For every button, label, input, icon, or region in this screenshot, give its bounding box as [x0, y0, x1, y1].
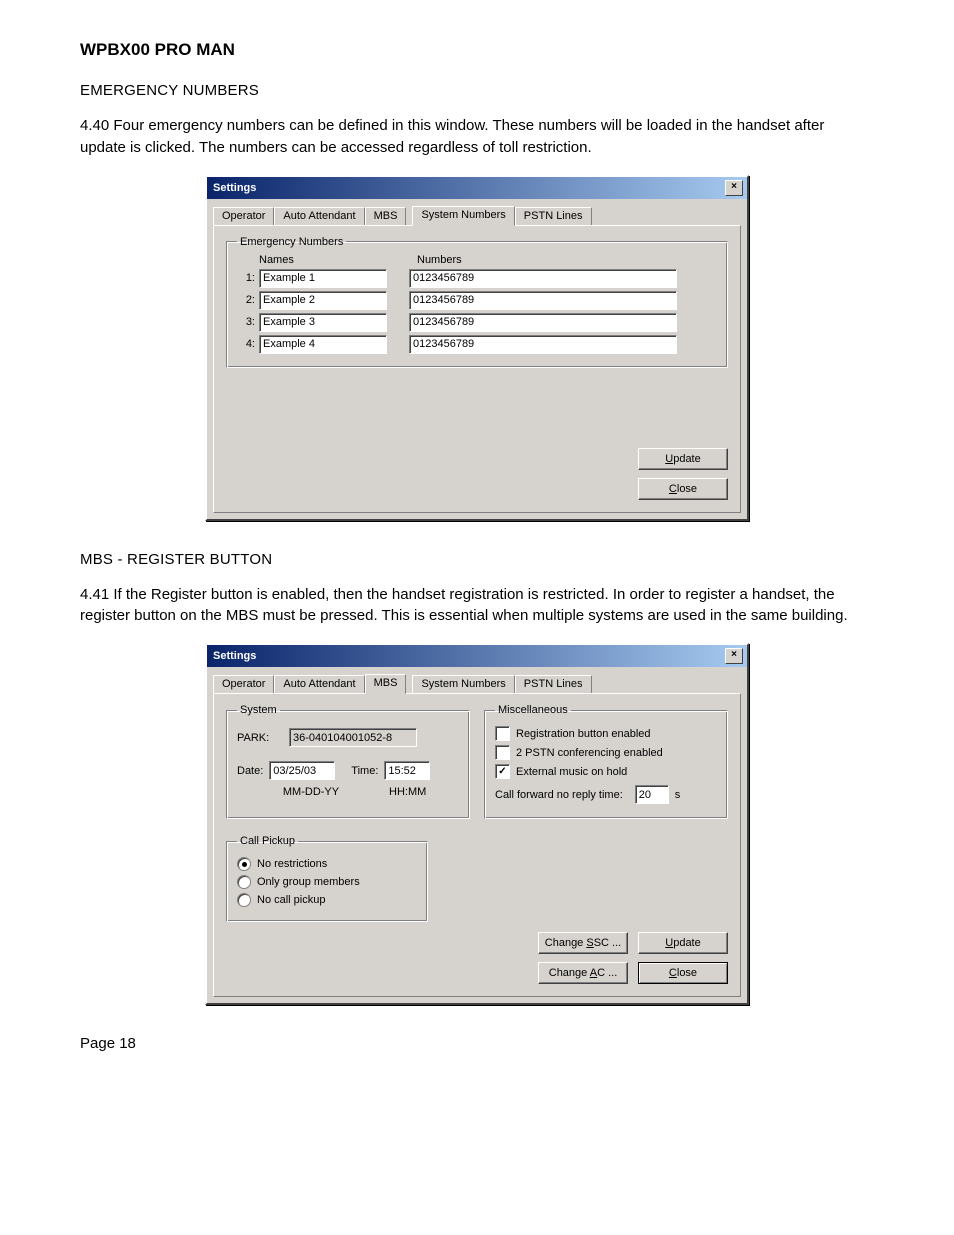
pickup-radio-group[interactable]: [237, 875, 251, 889]
date-label: Date:: [237, 765, 263, 777]
settings-dialog-2: Settings × Operator Auto Attendant MBS S…: [205, 643, 749, 1005]
tab-pstn-lines[interactable]: PSTN Lines: [515, 207, 592, 225]
tab-pstn-lines[interactable]: PSTN Lines: [515, 675, 592, 693]
group-legend: Emergency Numbers: [237, 236, 346, 248]
number-input-2[interactable]: [409, 291, 677, 310]
update-label-rest: pdate: [673, 453, 701, 465]
row-index: 2:: [237, 294, 255, 306]
name-input-4[interactable]: [259, 335, 387, 354]
date-input[interactable]: [269, 761, 335, 780]
misc-group: Miscellaneous Registration button enable…: [484, 704, 728, 819]
park-label: PARK:: [237, 732, 283, 744]
date-hint: MM-DD-YY: [277, 786, 345, 798]
tab-mbs[interactable]: MBS: [365, 207, 407, 225]
emergency-numbers-group: Emergency Numbers Names Numbers 1: 2: 3:: [226, 236, 728, 368]
close-button[interactable]: Close: [638, 478, 728, 500]
titlebar-text: Settings: [213, 650, 256, 662]
pickup-radio-off[interactable]: [237, 893, 251, 907]
change-ssc-button[interactable]: Change SSC ...: [538, 932, 628, 954]
update-button[interactable]: Update: [638, 932, 728, 954]
section1-body: 4.40 Four emergency numbers can be defin…: [80, 115, 874, 159]
call-pickup-group: Call Pickup No restrictions Only group m…: [226, 835, 428, 922]
number-input-4[interactable]: [409, 335, 677, 354]
conf-checkbox[interactable]: [495, 745, 510, 760]
tab-panel-mbs: System PARK: Date: Time: MM-DD-YY HH:MM: [213, 693, 741, 997]
doc-title: WPBX00 PRO MAN: [80, 40, 874, 60]
row-index: 1:: [237, 272, 255, 284]
pickup-opt3: No call pickup: [257, 894, 325, 906]
emergency-row-1: 1:: [237, 269, 717, 288]
update-button[interactable]: Update: [638, 448, 728, 470]
cfnr-label: Call forward no reply time:: [495, 789, 623, 801]
close-icon[interactable]: ×: [725, 180, 743, 196]
column-names-header: Names: [259, 254, 395, 266]
change-ac-button[interactable]: Change AC ...: [538, 962, 628, 984]
cfnr-unit: s: [675, 789, 681, 801]
tabstrip: Operator Auto Attendant MBS System Numbe…: [207, 199, 747, 225]
row-index: 4:: [237, 338, 255, 350]
time-label: Time:: [351, 765, 378, 777]
number-input-1[interactable]: [409, 269, 677, 288]
tab-auto-attendant[interactable]: Auto Attendant: [274, 207, 364, 225]
tab-mbs[interactable]: MBS: [365, 674, 407, 694]
emergency-row-3: 3:: [237, 313, 717, 332]
pickup-opt1: No restrictions: [257, 858, 327, 870]
section-heading-emergency: EMERGENCY NUMBERS: [80, 82, 874, 99]
section2-body: 4.41 If the Register button is enabled, …: [80, 584, 874, 628]
name-input-1[interactable]: [259, 269, 387, 288]
number-input-3[interactable]: [409, 313, 677, 332]
reg-checkbox[interactable]: [495, 726, 510, 741]
titlebar: Settings ×: [207, 645, 747, 667]
name-input-2[interactable]: [259, 291, 387, 310]
time-input[interactable]: [384, 761, 430, 780]
emergency-row-2: 2:: [237, 291, 717, 310]
time-hint: HH:MM: [389, 786, 426, 798]
conf-label: 2 PSTN conferencing enabled: [516, 747, 663, 759]
row-index: 3:: [237, 316, 255, 328]
pickup-legend: Call Pickup: [237, 835, 298, 847]
column-numbers-header: Numbers: [417, 254, 462, 266]
tab-operator[interactable]: Operator: [213, 675, 274, 693]
misc-legend: Miscellaneous: [495, 704, 571, 716]
system-group: System PARK: Date: Time: MM-DD-YY HH:MM: [226, 704, 470, 819]
tab-operator[interactable]: Operator: [213, 207, 274, 225]
close-icon[interactable]: ×: [725, 648, 743, 664]
park-input: [289, 728, 417, 747]
pickup-opt2: Only group members: [257, 876, 360, 888]
titlebar-text: Settings: [213, 182, 256, 194]
reg-label: Registration button enabled: [516, 728, 651, 740]
emergency-row-4: 4:: [237, 335, 717, 354]
close-button[interactable]: Close: [638, 962, 728, 984]
section-heading-mbs-register: MBS - REGISTER BUTTON: [80, 551, 874, 568]
tab-system-numbers[interactable]: System Numbers: [412, 675, 514, 693]
tab-panel-system-numbers: Emergency Numbers Names Numbers 1: 2: 3:: [213, 225, 741, 513]
settings-dialog-1: Settings × Operator Auto Attendant MBS S…: [205, 175, 749, 521]
name-input-3[interactable]: [259, 313, 387, 332]
cfnr-input[interactable]: [635, 785, 669, 804]
music-checkbox[interactable]: [495, 764, 510, 779]
page-number: Page 18: [80, 1035, 874, 1052]
tabstrip: Operator Auto Attendant MBS System Numbe…: [207, 667, 747, 693]
music-label: External music on hold: [516, 766, 627, 778]
pickup-radio-none[interactable]: [237, 857, 251, 871]
close-label-rest: lose: [677, 483, 697, 495]
tab-auto-attendant[interactable]: Auto Attendant: [274, 675, 364, 693]
tab-system-numbers[interactable]: System Numbers: [412, 206, 514, 226]
titlebar: Settings ×: [207, 177, 747, 199]
system-legend: System: [237, 704, 280, 716]
